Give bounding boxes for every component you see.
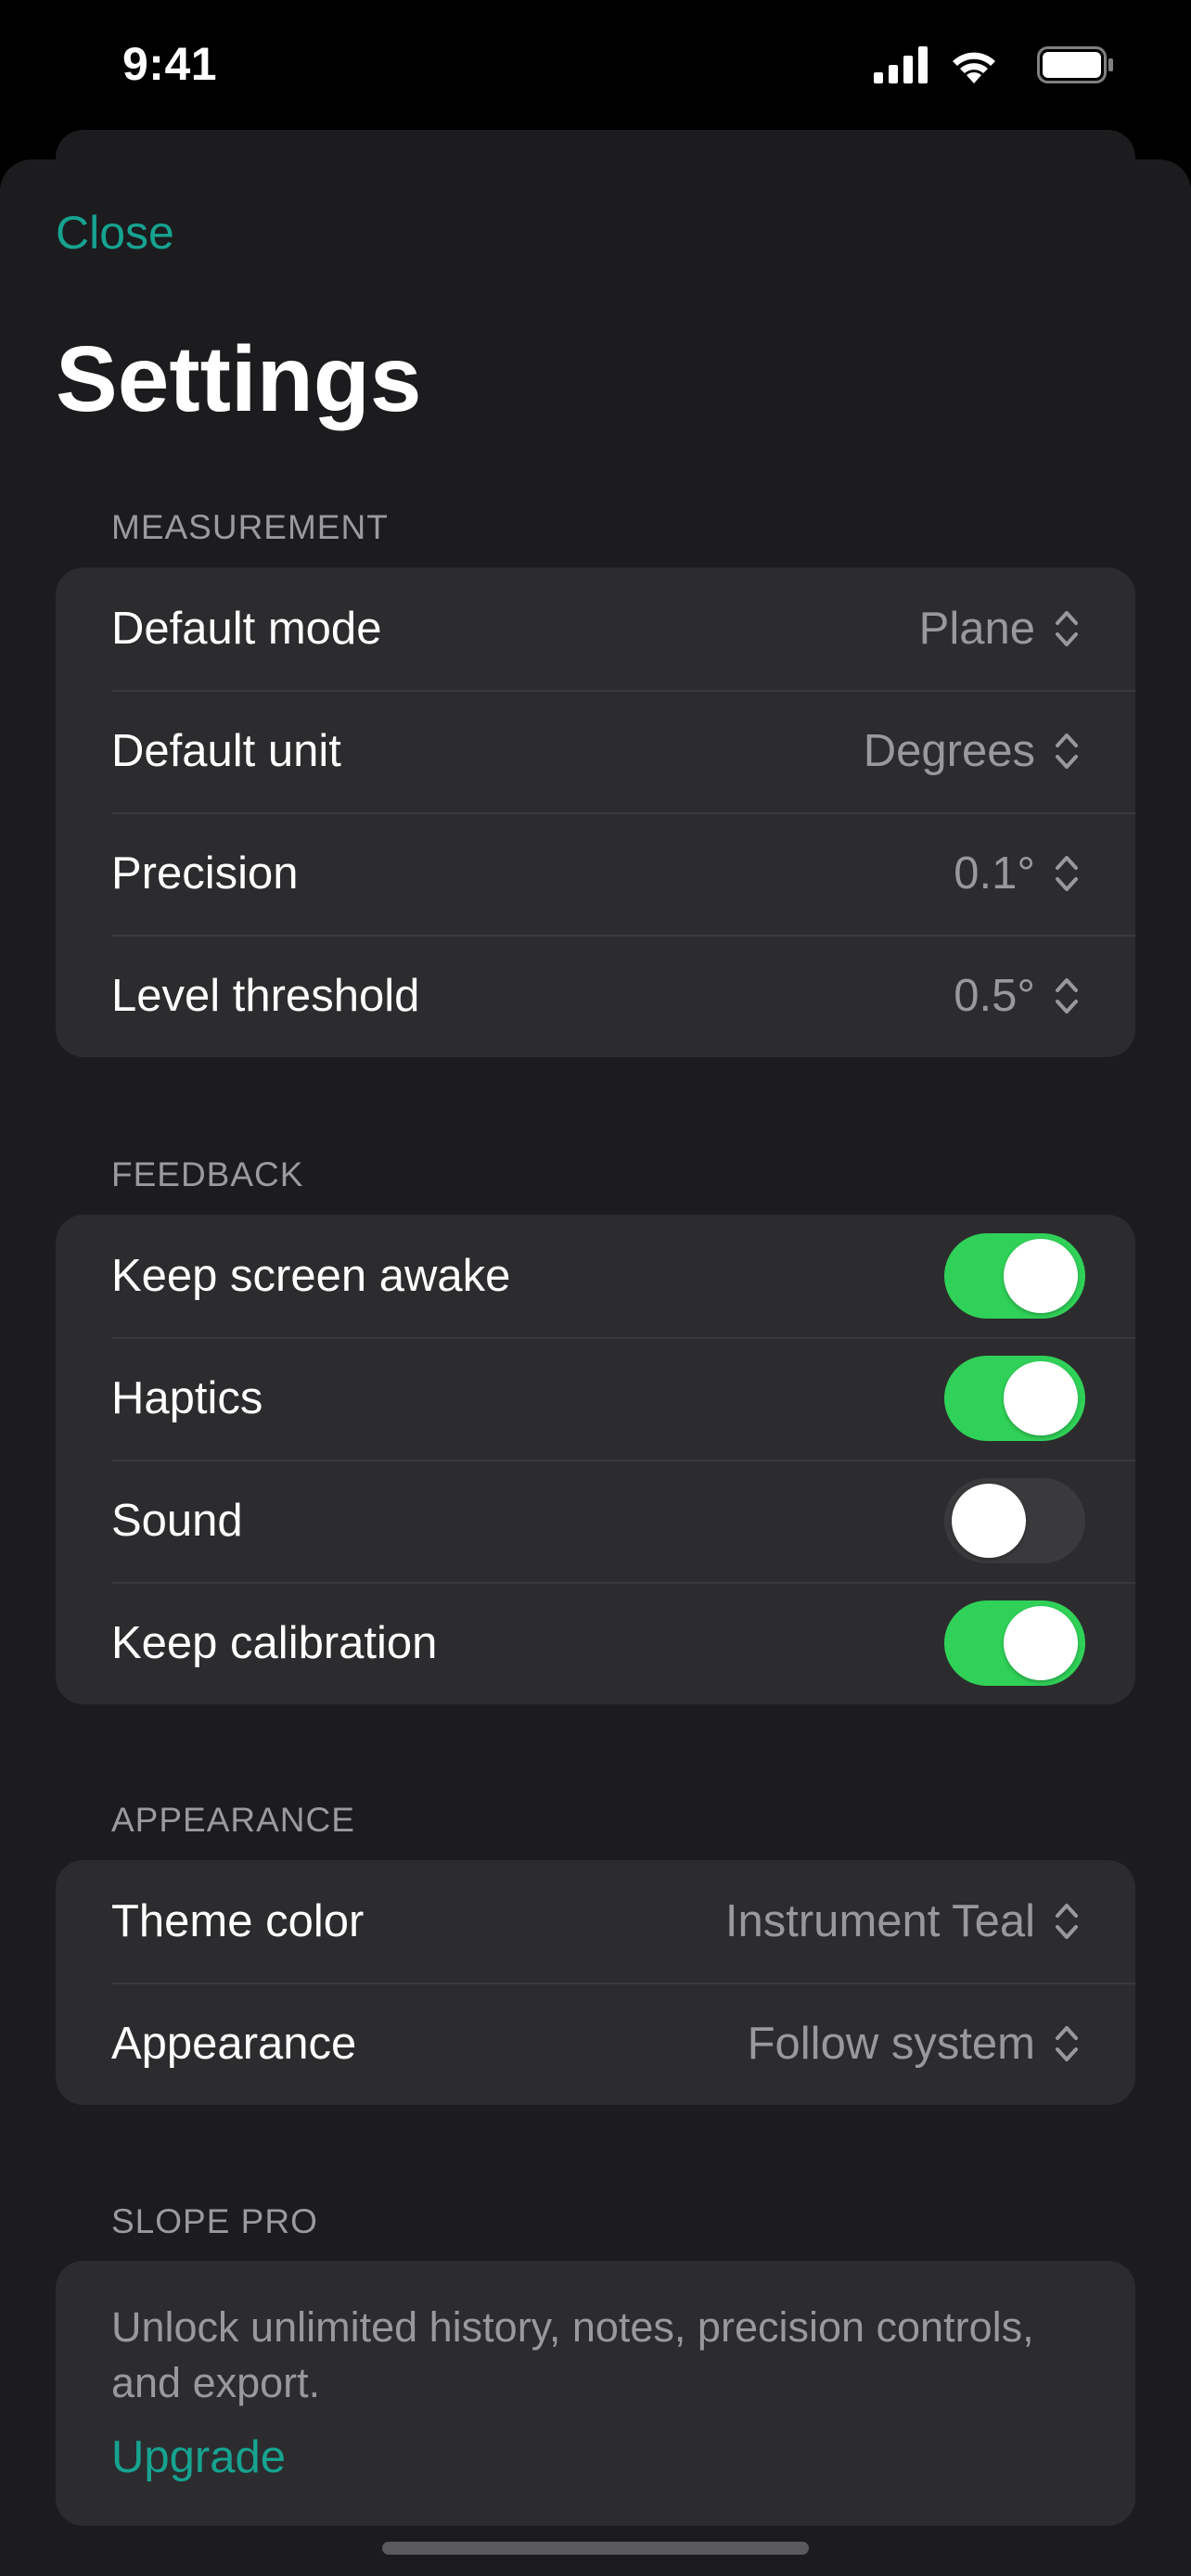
row-label: Sound <box>111 1496 243 1546</box>
row-precision[interactable]: Precision 0.1° <box>56 812 1135 935</box>
settings-sheet: Close Settings MEASUREMENT Default mode … <box>0 159 1191 2576</box>
status-time: 9:41 <box>122 38 218 90</box>
keep-calibration-toggle[interactable] <box>944 1600 1085 1686</box>
measurement-group: Default mode Plane Default unit Degrees … <box>56 567 1135 1057</box>
row-value: Instrument Teal <box>724 1896 1035 1946</box>
feedback-group: Keep screen awake Haptics Sound Keep cal… <box>56 1215 1135 1704</box>
up-down-chevron-icon <box>1056 2026 1078 2061</box>
row-value: 0.5° <box>954 971 1035 1021</box>
up-down-chevron-icon <box>1056 733 1078 769</box>
upgrade-button[interactable]: Upgrade <box>111 2431 286 2483</box>
toggle-knob <box>1004 1606 1078 1680</box>
battery-icon <box>1037 46 1113 83</box>
toggle-knob <box>1004 1361 1078 1435</box>
section-header-measurement: MEASUREMENT <box>111 508 389 546</box>
row-haptics: Haptics <box>56 1337 1135 1460</box>
pro-description: Unlock unlimited history, notes, precisi… <box>111 2303 1034 2406</box>
row-sound: Sound <box>56 1460 1135 1582</box>
page-title: Settings <box>56 327 422 431</box>
haptics-toggle[interactable] <box>944 1356 1085 1441</box>
toggle-knob <box>952 1484 1026 1558</box>
row-label: Precision <box>111 848 299 899</box>
up-down-chevron-icon <box>1056 978 1078 1014</box>
slope-pro-card: Unlock unlimited history, notes, precisi… <box>56 2261 1135 2526</box>
up-down-chevron-icon <box>1056 1904 1078 1939</box>
appearance-group: Theme color Instrument Teal Appearance F… <box>56 1860 1135 2105</box>
wifi-icon <box>953 52 995 83</box>
up-down-chevron-icon <box>1056 611 1078 646</box>
status-bar: 9:41 <box>0 0 1191 139</box>
row-value: Plane <box>918 604 1035 654</box>
row-label: Keep screen awake <box>111 1251 511 1301</box>
row-appearance[interactable]: Appearance Follow system <box>56 1983 1135 2105</box>
keep-screen-awake-toggle[interactable] <box>944 1233 1085 1319</box>
section-header-appearance: APPEARANCE <box>111 1801 355 1839</box>
up-down-chevron-icon <box>1056 856 1078 891</box>
row-keep-calibration: Keep calibration <box>56 1582 1135 1704</box>
row-default-unit[interactable]: Default unit Degrees <box>56 690 1135 812</box>
section-header-slope-pro: SLOPE PRO <box>111 2202 318 2240</box>
row-label: Default mode <box>111 604 382 654</box>
row-label: Haptics <box>111 1373 263 1423</box>
row-value: Degrees <box>863 726 1035 776</box>
row-keep-screen-awake: Keep screen awake <box>56 1215 1135 1337</box>
toggle-knob <box>1004 1239 1078 1313</box>
row-label: Appearance <box>111 2019 357 2069</box>
row-value: 0.1° <box>954 848 1035 899</box>
row-value: Follow system <box>747 2019 1035 2069</box>
section-header-feedback: FEEDBACK <box>111 1155 304 1193</box>
home-indicator[interactable] <box>382 2542 809 2555</box>
sound-toggle[interactable] <box>944 1478 1085 1563</box>
row-label: Keep calibration <box>111 1618 438 1668</box>
row-level-threshold[interactable]: Level threshold 0.5° <box>56 935 1135 1057</box>
row-label: Level threshold <box>111 971 420 1021</box>
cellular-signal-icon <box>874 46 928 83</box>
row-label: Theme color <box>111 1896 365 1946</box>
row-theme-color[interactable]: Theme color Instrument Teal <box>56 1860 1135 1983</box>
row-label: Default unit <box>111 726 341 776</box>
close-button[interactable]: Close <box>56 206 174 260</box>
row-default-mode[interactable]: Default mode Plane <box>56 567 1135 690</box>
